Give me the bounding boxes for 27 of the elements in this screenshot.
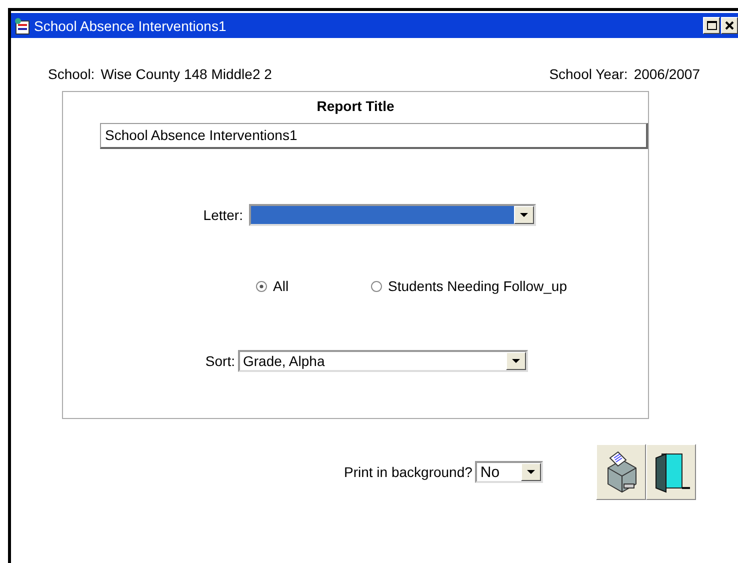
- print-background-dropdown[interactable]: No: [475, 460, 544, 482]
- print-background-label: Print in background?: [344, 464, 472, 480]
- dropdown-arrow-icon: [520, 213, 528, 217]
- app-icon: [13, 16, 31, 34]
- letter-dropdown[interactable]: [249, 204, 536, 226]
- dropdown-arrow-icon: [527, 470, 536, 474]
- maximize-button[interactable]: [703, 17, 720, 34]
- sort-label: Sort:: [204, 353, 235, 369]
- maximize-icon: [706, 21, 716, 30]
- filter-radio[interactable]: Students Needing Follow_up: [371, 278, 568, 294]
- sort-dropdown[interactable]: Grade, Alpha: [238, 350, 528, 372]
- exit-button[interactable]: [646, 444, 696, 500]
- school-year: 2006/2007: [634, 66, 700, 82]
- close-button[interactable]: [721, 17, 738, 34]
- report-title-label: Report Title: [316, 98, 396, 116]
- radio-icon: [371, 280, 382, 292]
- window-title: School Absence Interventions1: [34, 18, 226, 34]
- report-title-field[interactable]: School Absence Interventions1: [100, 123, 648, 149]
- print-button[interactable]: [596, 444, 646, 500]
- school-year-label: School Year:: [549, 66, 628, 82]
- close-icon: [725, 21, 734, 30]
- letter-label: Letter:: [202, 207, 243, 223]
- dropdown-arrow-icon: [512, 359, 520, 363]
- radio-icon: [256, 280, 267, 292]
- school-label: School:: [48, 66, 95, 82]
- school-name: Wise County 148 Middle2 2: [100, 66, 272, 82]
- filter-radio[interactable]: All: [256, 278, 289, 294]
